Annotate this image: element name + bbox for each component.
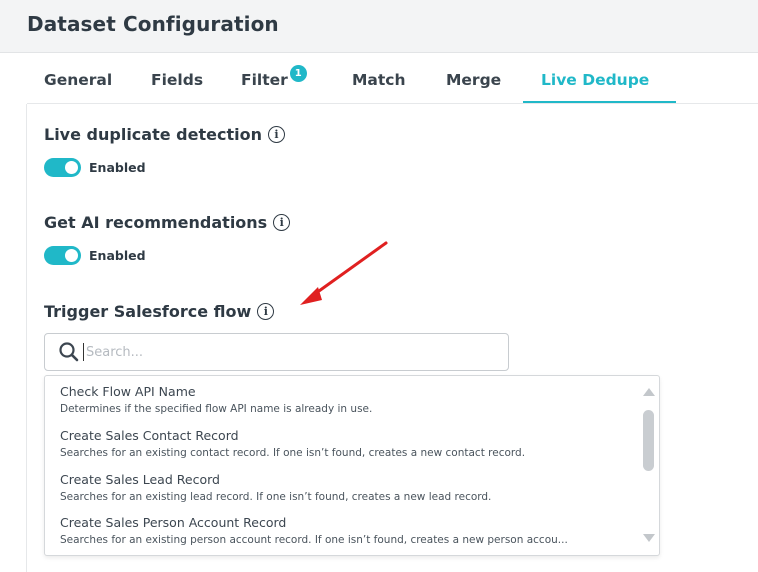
option-description: Searches for an existing lead record. If…	[60, 491, 492, 503]
option-description: Searches for an existing contact record.…	[60, 447, 526, 459]
tab-label: Merge	[446, 71, 502, 89]
section-title: Get AI recommendations	[44, 213, 268, 232]
section-title: Trigger Salesforce flow	[44, 302, 252, 321]
dropdown-scrollbar[interactable]	[639, 376, 659, 555]
list-item[interactable]: Create Sales Lead Record Searches for an…	[60, 472, 620, 503]
tab-label: Filter	[241, 71, 288, 89]
ai-recommendations-toggle[interactable]	[44, 246, 81, 265]
ai-recommendations-heading: Get AI recommendations i	[44, 213, 291, 232]
option-description: Searches for an existing person account …	[60, 534, 568, 546]
filter-count-badge: 1	[289, 64, 307, 82]
tab-label: Fields	[151, 71, 204, 89]
search-input[interactable]	[83, 343, 483, 361]
section-title: Live duplicate detection	[44, 125, 262, 144]
option-title: Create Sales Lead Record	[60, 472, 220, 487]
tab-live-dedupe[interactable]: Live Dedupe	[541, 56, 649, 104]
page-title: Dataset Configuration	[27, 12, 279, 36]
scroll-thumb[interactable]	[643, 410, 654, 471]
list-item[interactable]: Create Sales Person Account Record Searc…	[60, 515, 620, 546]
tab-match[interactable]: Match	[352, 56, 406, 104]
active-tab-indicator	[523, 101, 676, 103]
option-description: Determines if the specified flow API nam…	[60, 403, 373, 415]
tab-fields[interactable]: Fields	[151, 56, 203, 104]
live-duplicate-toggle[interactable]	[44, 158, 81, 177]
tab-general[interactable]: General	[44, 56, 112, 104]
header-bar: Dataset Configuration	[0, 0, 758, 53]
tab-label: Live Dedupe	[541, 71, 650, 89]
scroll-down-icon[interactable]	[643, 534, 655, 542]
tab-merge[interactable]: Merge	[446, 56, 501, 104]
option-title: Create Sales Contact Record	[60, 428, 239, 443]
info-icon[interactable]: i	[257, 303, 275, 320]
toggle-knob	[65, 249, 78, 262]
list-item[interactable]: Check Flow API Name Determines if the sp…	[60, 384, 620, 415]
content-divider	[26, 104, 27, 572]
list-item[interactable]: Create Sales Contact Record Searches for…	[60, 428, 620, 459]
scroll-up-icon[interactable]	[643, 388, 655, 396]
search-icon	[58, 341, 80, 363]
live-duplicate-heading: Live duplicate detection i	[44, 125, 285, 144]
live-duplicate-toggle-row: Enabled	[44, 158, 146, 177]
salesforce-flow-heading: Trigger Salesforce flow i	[44, 302, 275, 321]
info-icon[interactable]: i	[273, 214, 291, 231]
tab-label: Match	[352, 71, 406, 89]
info-icon[interactable]: i	[267, 126, 285, 143]
tab-bar: General Fields Filter 1 Match Merge Live…	[27, 56, 758, 104]
toggle-knob	[65, 161, 78, 174]
ai-recommendations-toggle-row: Enabled	[44, 246, 146, 265]
option-title: Check Flow API Name	[60, 384, 196, 399]
tab-filter[interactable]: Filter 1	[241, 56, 307, 104]
toggle-label: Enabled	[89, 248, 146, 263]
toggle-label: Enabled	[89, 160, 146, 175]
option-title: Create Sales Person Account Record	[60, 515, 287, 530]
tab-label: General	[44, 71, 113, 89]
flow-search-box[interactable]	[44, 333, 509, 371]
flow-options-dropdown: Check Flow API Name Determines if the sp…	[44, 375, 660, 556]
